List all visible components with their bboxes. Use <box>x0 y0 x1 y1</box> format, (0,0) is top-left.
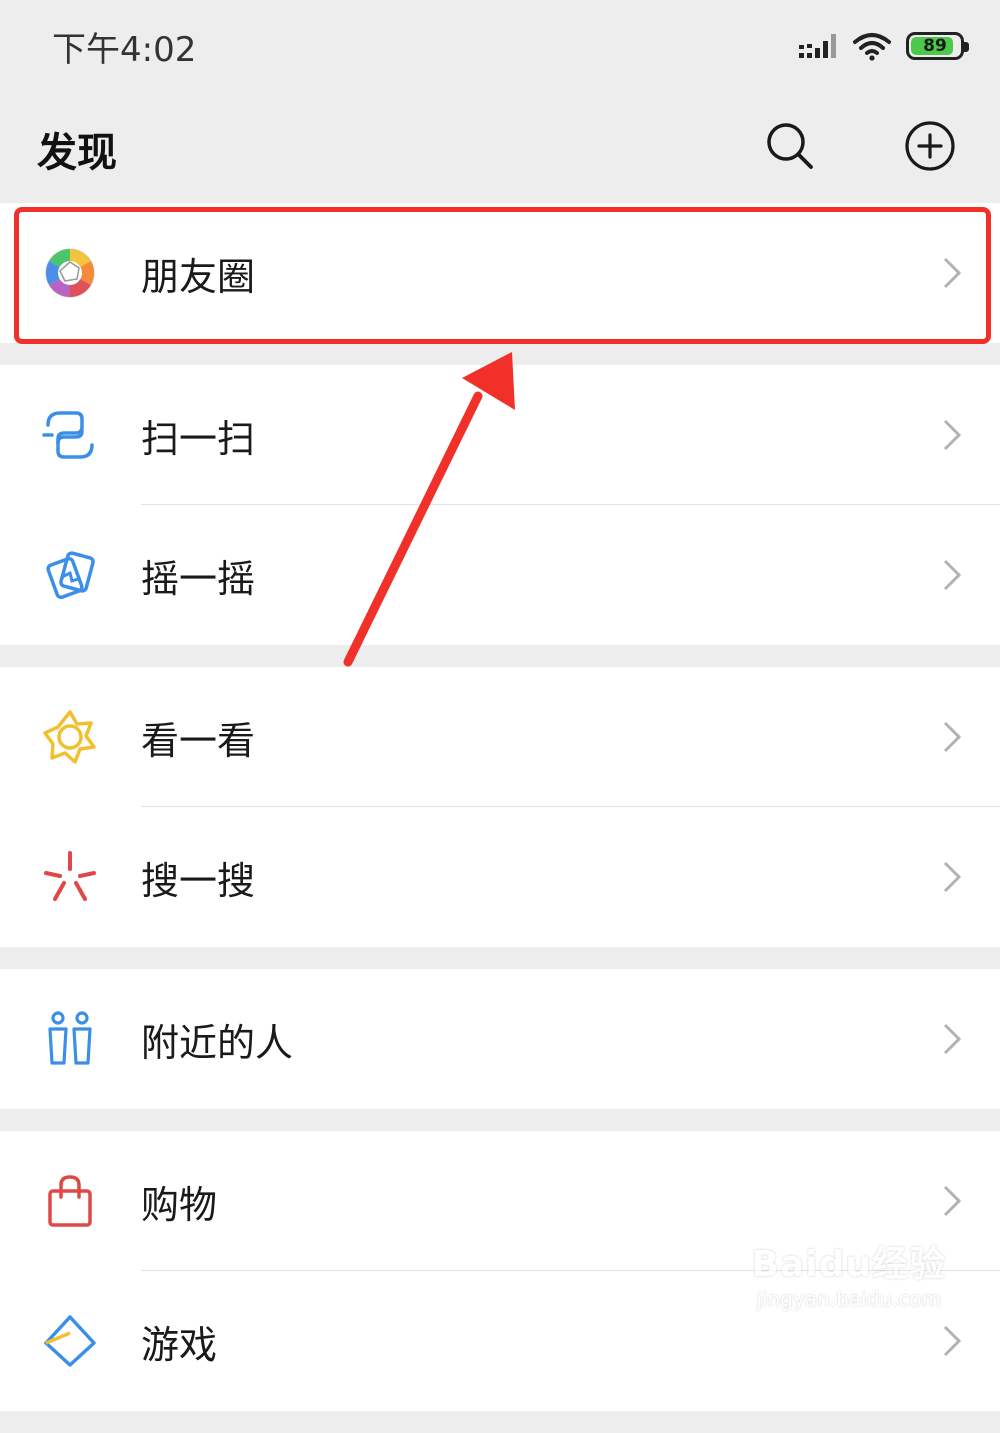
chevron-right-icon <box>943 1325 962 1357</box>
chevron-right-icon <box>943 419 962 451</box>
menu-item-nearby[interactable]: 附近的人 <box>0 969 1000 1109</box>
shake-icon <box>46 551 95 600</box>
group-look-search: 看一看 搜一搜 <box>0 667 1000 947</box>
group-scan-shake: 扫一扫 摇一摇 <box>0 365 1000 645</box>
menu-item-scan[interactable]: 扫一扫 <box>0 365 1000 505</box>
chevron-right-icon <box>943 559 962 591</box>
status-icons: 89 <box>798 26 969 66</box>
wifi-icon <box>853 33 891 61</box>
battery-level: 89 <box>923 36 947 56</box>
menu-item-label: 搜一搜 <box>141 858 256 903</box>
game-icon <box>44 1315 96 1367</box>
search-icon <box>767 123 813 169</box>
menu-item-label: 附近的人 <box>141 1020 294 1065</box>
search-button[interactable] <box>762 118 818 174</box>
menu-item-shake[interactable]: 摇一摇 <box>0 505 1000 645</box>
menu-item-search[interactable]: 搜一搜 <box>0 807 1000 947</box>
battery-tip <box>964 42 969 52</box>
add-button[interactable] <box>902 118 958 174</box>
menu-item-label: 朋友圈 <box>141 254 256 299</box>
chevron-right-icon <box>943 257 962 289</box>
menu-item-label: 扫一扫 <box>141 416 256 461</box>
sparkle-icon <box>44 851 96 901</box>
chevron-right-icon <box>943 721 962 753</box>
page-title: 发现 <box>37 130 117 176</box>
menu-item-top-stories[interactable]: 看一看 <box>0 667 1000 807</box>
menu-item-moments[interactable]: 朋友圈 <box>0 203 1000 343</box>
chevron-right-icon <box>943 1023 962 1055</box>
menu-item-label: 看一看 <box>141 718 256 763</box>
battery-icon: 89 <box>906 32 969 60</box>
group-moments: 朋友圈 <box>0 203 1000 343</box>
group-nearby: 附近的人 <box>0 969 1000 1109</box>
watermark-main: Baidu经验 <box>751 1244 946 1285</box>
signal-icon <box>799 34 836 58</box>
menu-item-label: 游戏 <box>141 1322 218 1367</box>
bag-icon <box>48 1175 92 1227</box>
menu-item-label: 购物 <box>141 1182 218 1227</box>
header: 发现 <box>0 90 1000 202</box>
chevron-right-icon <box>943 1185 962 1217</box>
status-time: 下午4:02 <box>52 30 197 70</box>
people-icon <box>48 1011 92 1065</box>
chevron-right-icon <box>943 861 962 893</box>
watermark: Baidu经验 jingyan.baidu.com <box>752 1235 946 1311</box>
plus-circle-icon <box>905 121 955 171</box>
star-icon <box>43 710 96 764</box>
aperture-icon <box>45 248 95 298</box>
status-bar: 下午4:02 89 <box>0 0 1000 90</box>
watermark-sub: jingyan.baidu.com <box>756 1287 942 1311</box>
scan-icon <box>42 411 94 459</box>
menu-item-label: 摇一摇 <box>141 556 256 601</box>
